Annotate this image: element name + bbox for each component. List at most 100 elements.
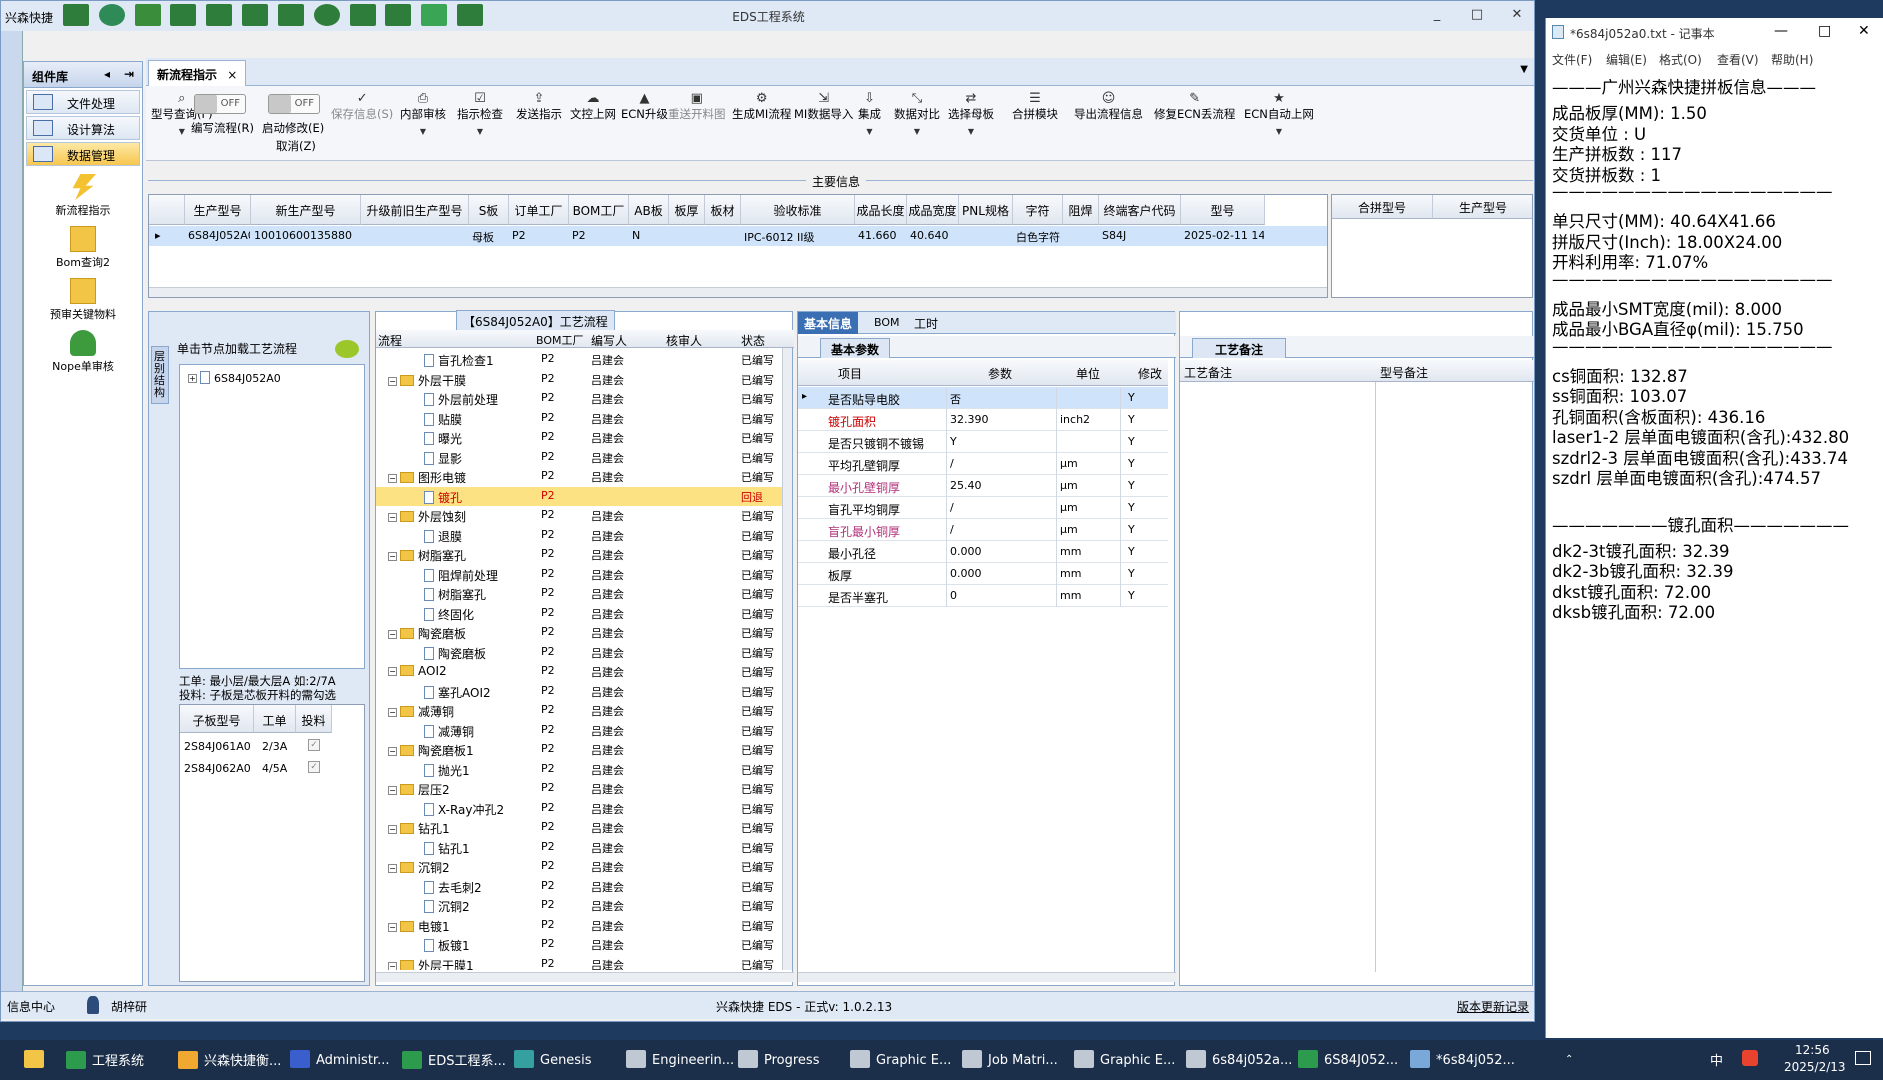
feed-checkbox[interactable]: ✓ xyxy=(308,739,320,751)
process-row[interactable]: 抛光1 P2 吕建会 已编写 xyxy=(376,760,786,779)
process-row[interactable]: − AOI2 P2 吕建会 已编写 xyxy=(376,662,786,681)
grid-cell[interactable]: 40.640 xyxy=(910,226,958,246)
column-header[interactable]: 项目 xyxy=(838,365,862,382)
column-header[interactable]: 型号备注 xyxy=(1380,364,1428,381)
param-modify[interactable]: Y xyxy=(1128,479,1135,492)
chevron-down-icon[interactable]: ▼ xyxy=(1520,64,1528,75)
collapse-icon[interactable]: − xyxy=(388,552,397,561)
grid-cell[interactable]: 2025-02-11 14 xyxy=(1184,226,1264,246)
column-header[interactable]: 参数 xyxy=(988,365,1012,382)
param-modify[interactable]: Y xyxy=(1128,545,1135,558)
taskbar-app[interactable]: Genesis xyxy=(514,1050,591,1068)
feed-checkbox[interactable]: ✓ xyxy=(308,761,320,773)
process-row[interactable]: 外层前处理 P2 吕建会 已编写 xyxy=(376,389,786,408)
doc-control-online-button[interactable]: ☁ 文控上网 xyxy=(570,90,616,123)
tab-bom[interactable]: BOM xyxy=(874,316,900,329)
horizontal-scrollbar[interactable] xyxy=(149,287,1327,297)
column-header[interactable]: AB板 xyxy=(629,195,669,225)
param-modify[interactable]: Y xyxy=(1128,457,1135,470)
grid-cell[interactable]: 10010600135880 xyxy=(254,226,360,246)
column-header[interactable]: 工艺备注 xyxy=(1184,364,1232,381)
process-row[interactable]: − 外层干膜1 P2 吕建会 已编写 xyxy=(376,955,786,970)
tab-work-hours[interactable]: 工时 xyxy=(914,315,938,332)
column-header[interactable]: 合拼型号 xyxy=(1332,195,1433,219)
ime-indicator[interactable]: 中 xyxy=(1710,1050,1723,1069)
param-modify[interactable]: Y xyxy=(1128,589,1135,602)
pin-icon[interactable]: ⇥ xyxy=(124,67,134,81)
process-row[interactable]: 沉铜2 P2 吕建会 已编写 xyxy=(376,896,786,915)
clock-time[interactable]: 12:56 xyxy=(1795,1043,1830,1057)
grid-cell[interactable] xyxy=(364,226,468,246)
column-header[interactable]: 阻焊 xyxy=(1063,195,1099,225)
param-row[interactable]: 盲孔平均铜厚 / μm Y xyxy=(798,497,1168,519)
process-row[interactable]: − 外层干膜 P2 吕建会 已编写 xyxy=(376,370,786,389)
collapse-icon[interactable]: − xyxy=(388,864,397,873)
notification-icon[interactable] xyxy=(1855,1051,1871,1065)
param-value[interactable]: 32.390 xyxy=(950,413,989,426)
collapse-icon[interactable]: − xyxy=(388,474,397,483)
changelog-link[interactable]: 版本更新记录 xyxy=(1457,998,1529,1015)
param-row[interactable]: 最小孔径 0.000 mm Y xyxy=(798,541,1168,563)
integrate-button[interactable]: ⇩ 集成 ▼ xyxy=(858,90,881,139)
column-header[interactable]: 板厚 xyxy=(669,195,705,225)
grid-cell[interactable]: 母板 xyxy=(472,226,508,246)
param-row[interactable]: 盲孔最小铜厚 / μm Y xyxy=(798,519,1168,541)
process-row[interactable]: 树脂塞孔 P2 吕建会 已编写 xyxy=(376,584,786,603)
param-modify[interactable]: Y xyxy=(1128,391,1135,404)
export-process-info-button[interactable]: ☺ 导出流程信息 xyxy=(1074,90,1143,123)
collapse-icon[interactable]: − xyxy=(388,630,397,639)
maximize-icon[interactable]: □ xyxy=(1466,7,1488,25)
param-row[interactable]: 是否半塞孔 0 mm Y xyxy=(798,585,1168,607)
column-header[interactable]: 验收标准 xyxy=(741,195,855,225)
process-row[interactable]: 镀孔 P2 回退 xyxy=(376,486,786,506)
column-header[interactable]: 板材 xyxy=(705,195,741,225)
subtab-basic-params[interactable]: 基本参数 xyxy=(820,338,891,358)
column-header[interactable]: 生产型号 xyxy=(1433,195,1532,219)
process-row[interactable]: 陶瓷磨板 P2 吕建会 已编写 xyxy=(376,643,786,662)
close-icon[interactable]: × xyxy=(227,68,237,82)
process-row[interactable]: 终固化 P2 吕建会 已编写 xyxy=(376,604,786,623)
internal-review-button[interactable]: ⎙ 内部审核 ▼ xyxy=(400,90,446,139)
model-remarks-field[interactable] xyxy=(1377,382,1531,972)
horizontal-scrollbar[interactable] xyxy=(798,972,1176,982)
param-row[interactable]: ▸ 是否贴导电胶 否 Y xyxy=(798,387,1168,409)
chevron-left-icon[interactable]: ◂ xyxy=(104,67,110,81)
instruction-check-button[interactable]: ☑ 指示检查 ▼ xyxy=(457,90,503,139)
collapse-icon[interactable]: − xyxy=(388,708,397,717)
process-row[interactable]: − 层压2 P2 吕建会 已编写 xyxy=(376,779,786,798)
column-header[interactable]: 终端客户代码 xyxy=(1099,195,1181,225)
process-row[interactable]: − 陶瓷磨板 P2 吕建会 已编写 xyxy=(376,623,786,642)
select-motherboard-button[interactable]: ⇄ 选择母板 ▼ xyxy=(948,90,994,139)
column-header[interactable]: 核审人 xyxy=(666,332,702,349)
taskbar-app[interactable]: Graphic E... xyxy=(850,1050,951,1068)
process-row[interactable]: − 树脂塞孔 P2 吕建会 已编写 xyxy=(376,545,786,564)
collapse-icon[interactable]: − xyxy=(388,786,397,795)
taskbar-app[interactable]: EDS工程系... xyxy=(402,1050,506,1069)
close-icon[interactable]: ✕ xyxy=(1858,23,1870,39)
column-header[interactable]: 升级前旧生产型号 xyxy=(361,195,469,225)
sidebar-item-design-algorithm[interactable]: 设计算法 xyxy=(26,116,140,140)
taskbar-app[interactable]: Job Matri... xyxy=(962,1050,1058,1068)
horizontal-scrollbar[interactable] xyxy=(376,972,794,982)
param-value[interactable]: 否 xyxy=(950,391,961,407)
column-header[interactable]: 修改 xyxy=(1138,365,1162,382)
ecn-upgrade-button[interactable]: ▲ ECN升级 xyxy=(621,90,668,123)
process-row[interactable]: − 减薄铜 P2 吕建会 已编写 xyxy=(376,701,786,720)
param-modify[interactable]: Y xyxy=(1128,501,1135,514)
column-header[interactable]: 编写人 xyxy=(591,332,627,349)
sogou-icon[interactable] xyxy=(1742,1050,1758,1066)
chevron-up-icon[interactable]: ⌃ xyxy=(1565,1054,1573,1065)
grid-cell[interactable] xyxy=(1066,226,1098,246)
sub-board-model[interactable]: 2S84J062A0 xyxy=(184,759,251,779)
process-row[interactable]: 塞孔AOI2 P2 吕建会 已编写 xyxy=(376,682,786,701)
param-row[interactable]: 是否只镀铜不镀锡 Y Y xyxy=(798,431,1168,453)
column-header[interactable]: PNL规格 xyxy=(959,195,1013,225)
menu-view[interactable]: 查看(V) xyxy=(1717,51,1759,68)
column-header[interactable]: BOM工厂 xyxy=(569,195,629,225)
grid-cell[interactable]: 6S84J052A0 xyxy=(188,226,250,246)
sidebar-new-process[interactable]: 新流程指示 xyxy=(24,174,142,218)
param-row[interactable]: 镀孔面积 32.390 inch2 Y xyxy=(798,409,1168,431)
column-header[interactable]: 字符 xyxy=(1013,195,1063,225)
param-modify[interactable]: Y xyxy=(1128,435,1135,448)
cancel-label[interactable]: 取消(Z) xyxy=(276,138,316,155)
